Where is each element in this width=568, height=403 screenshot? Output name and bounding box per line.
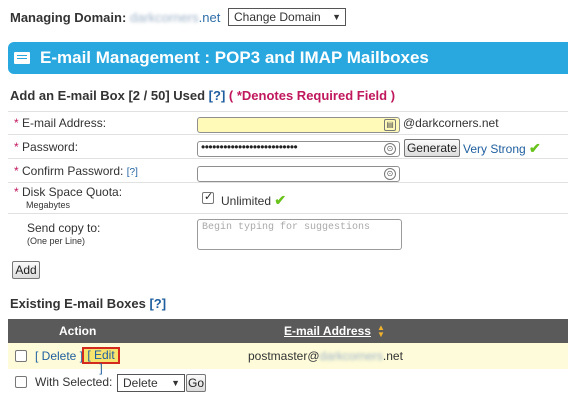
mail-icon (14, 52, 30, 64)
key-icon: ⊙ (384, 168, 396, 180)
checkmark-icon: ✔ (274, 192, 287, 208)
quota-label-row: * Disk Space Quota: Megabytes (14, 186, 122, 211)
divider (8, 158, 568, 159)
existing-help-link[interactable]: [?] (149, 296, 166, 311)
password-mask: •••••••••••••••••••••••••• (201, 140, 298, 154)
row-email: postmaster@darkcorners.net (248, 349, 403, 363)
copy-sub: (One per Line) (27, 236, 86, 246)
table-header: Action E-mail Address ▲ ▼ (8, 319, 568, 343)
strength-text: Very Strong (463, 142, 526, 156)
existing-section-title: Existing E-mail Boxes [?] (10, 296, 166, 311)
row-actions: [ Delete ] (35, 349, 84, 363)
banner-title: E-mail Management : POP3 and IMAP Mailbo… (40, 48, 429, 67)
unlimited-row: Unlimited ✔ (221, 192, 286, 209)
divider (8, 213, 568, 214)
confirm-label: Confirm Password: (22, 164, 124, 178)
row-checkbox[interactable] (15, 350, 27, 362)
unlimited-checkbox[interactable] (202, 190, 214, 204)
select-all-checkbox[interactable] (15, 376, 27, 388)
domain-suffix: .net (198, 10, 221, 25)
email-blurred: darkcorners (319, 349, 383, 363)
add-help-link[interactable]: [?] (209, 88, 226, 103)
col-email[interactable]: E-mail Address (284, 319, 371, 343)
email-domain-suffix: @darkcorners.net (403, 116, 499, 130)
table-footer: With Selected: Delete ▼ Go (8, 369, 568, 396)
managing-domain-label: Managing Domain: (10, 10, 127, 25)
edit-link[interactable]: Edit (94, 348, 115, 362)
existing-title-text: Existing E-mail Boxes (10, 296, 146, 311)
delete-link[interactable]: Delete (42, 349, 77, 363)
copy-label: Send copy to: (27, 221, 101, 235)
generate-button[interactable]: Generate (404, 139, 460, 157)
copy-label-row: Send copy to: (One per Line) (27, 222, 100, 247)
confirm-help-link[interactable]: [?] (127, 167, 138, 178)
chevron-down-icon: ▼ (332, 12, 341, 22)
required-star: * (14, 185, 19, 199)
managing-domain-value: darkcorners.net (130, 10, 220, 25)
confirm-label-row: * Confirm Password: [?] (14, 164, 138, 178)
sort-arrows-icon[interactable]: ▲ ▼ (377, 324, 385, 339)
email-label-row: * E-mail Address: (14, 116, 106, 130)
copy-to-textarea[interactable] (197, 219, 402, 250)
go-button[interactable]: Go (186, 374, 206, 392)
key-icon: ⊙ (384, 143, 396, 155)
email-label: E-mail Address: (22, 116, 107, 130)
required-star: * (14, 164, 19, 178)
password-strength: Very Strong ✔ (463, 140, 541, 157)
checkmark-icon: ✔ (529, 140, 541, 156)
add-title-text: Add an E-mail Box [2 / 50] Used (10, 88, 206, 103)
contact-card-icon: ▤ (384, 119, 396, 131)
chevron-down-icon: ▼ (171, 378, 180, 388)
password-label: Password: (22, 140, 79, 154)
add-button[interactable]: Add (12, 261, 40, 279)
email-suffix: .net (382, 349, 403, 363)
email-field[interactable]: ▤ (197, 117, 400, 133)
divider (8, 111, 568, 112)
required-note: ( *Denotes Required Field ) (228, 88, 396, 103)
quota-sub: Megabytes (26, 200, 71, 210)
edit-link-highlight[interactable]: [ Edit ] (82, 347, 120, 375)
change-domain-label: Change Domain (234, 10, 321, 24)
col-action: Action (59, 324, 97, 338)
password-field[interactable]: •••••••••••••••••••••••••• ⊙ (197, 140, 400, 157)
divider (8, 134, 568, 135)
section-banner: E-mail Management : POP3 and IMAP Mailbo… (8, 42, 568, 74)
domain-blurred: darkcorners (130, 10, 199, 25)
confirm-password-field[interactable]: ⊙ (197, 166, 400, 182)
required-star: * (14, 116, 19, 130)
password-label-row: * Password: (14, 140, 78, 154)
divider (8, 182, 568, 183)
email-user: postmaster@ (248, 349, 320, 363)
bulk-action-select[interactable]: Delete ▼ (117, 374, 185, 392)
bulk-action-value: Delete (123, 376, 158, 390)
required-star: * (14, 140, 19, 154)
change-domain-select[interactable]: Change Domain ▼ (228, 8, 346, 26)
unlimited-label: Unlimited (221, 194, 272, 208)
with-selected-label: With Selected: (35, 375, 113, 389)
add-section-title: Add an E-mail Box [2 / 50] Used [?] ( *D… (10, 88, 395, 103)
quota-label: Disk Space Quota: (22, 185, 123, 199)
